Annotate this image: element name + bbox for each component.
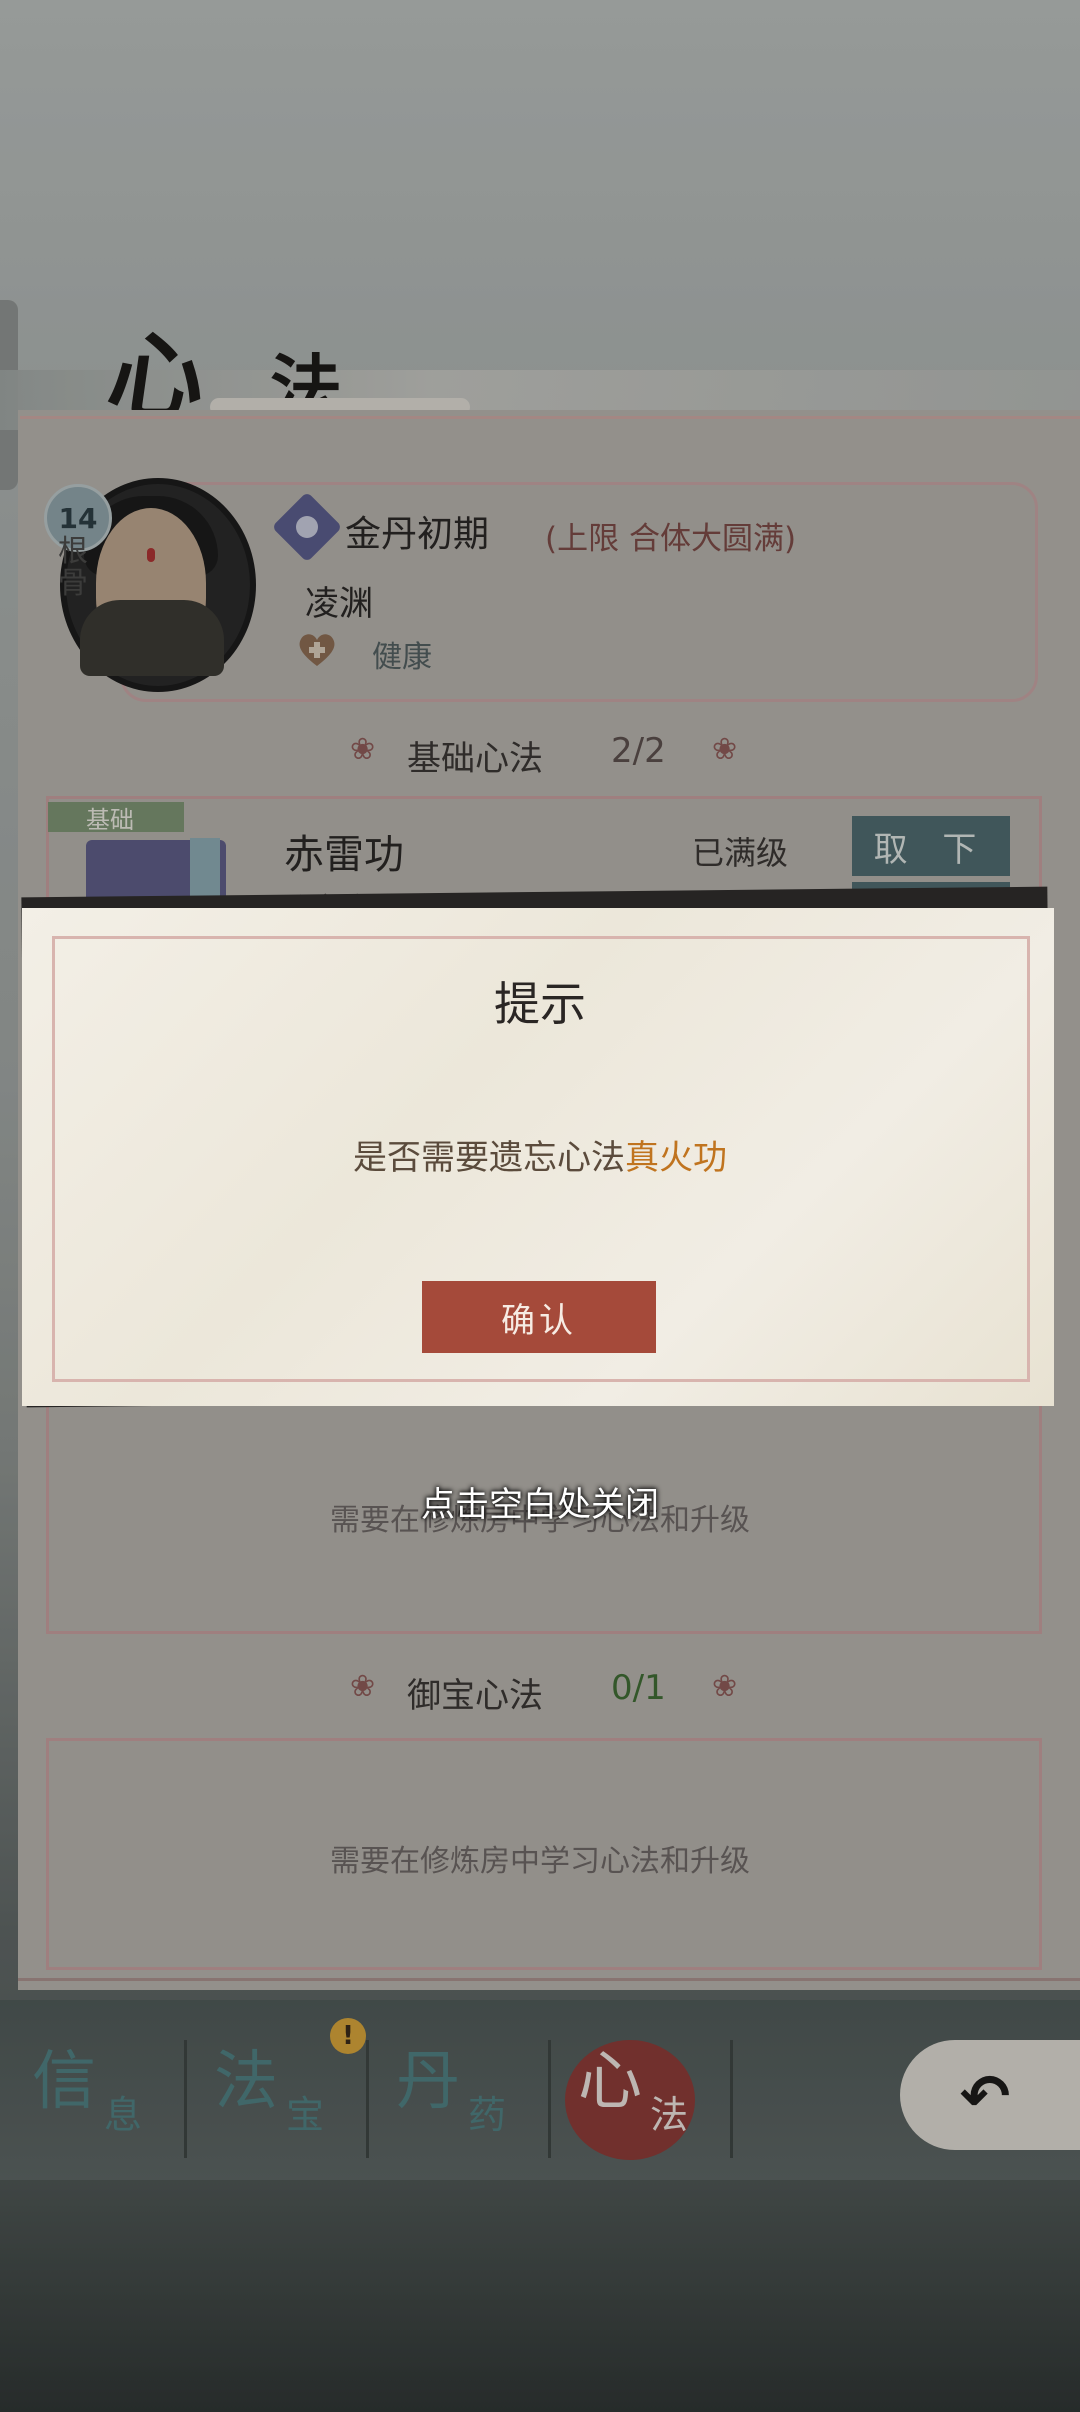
dialog-message-prefix: 是否需要遗忘心法 [353,1138,625,1178]
confirm-button[interactable]: 确认 [422,1281,656,1353]
close-hint: 点击空白处关闭 [421,1485,659,1525]
dialog-message: 是否需要遗忘心法真火功 [0,1130,1080,1179]
dialog-title: 提示 [494,977,586,1031]
dialog-message-highlight: 真火功 [625,1138,727,1178]
